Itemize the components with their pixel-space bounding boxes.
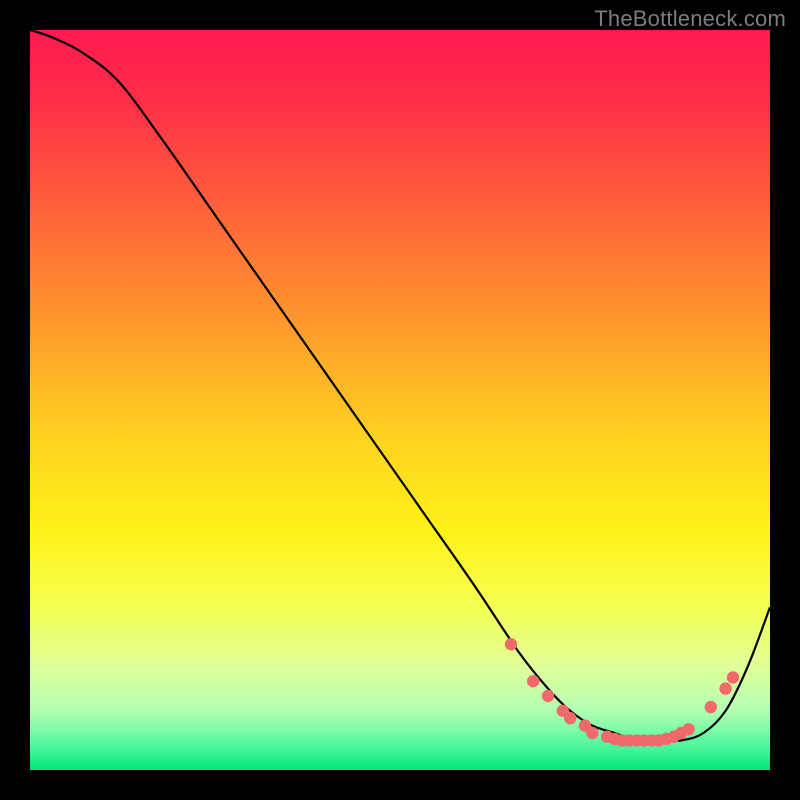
plot-area <box>30 30 770 770</box>
marker-dot <box>727 671 739 683</box>
markers-group <box>505 638 739 747</box>
marker-dot <box>542 690 554 702</box>
marker-dot <box>564 712 576 724</box>
chart-frame: TheBottleneck.com <box>0 0 800 800</box>
marker-dot <box>505 638 517 650</box>
marker-dot <box>527 675 539 687</box>
marker-dot <box>586 727 598 739</box>
main-curve <box>30 30 770 741</box>
attribution-label: TheBottleneck.com <box>594 6 786 32</box>
chart-curve-layer <box>30 30 770 770</box>
marker-dot <box>705 701 717 713</box>
marker-dot <box>682 723 694 735</box>
marker-dot <box>719 682 731 694</box>
